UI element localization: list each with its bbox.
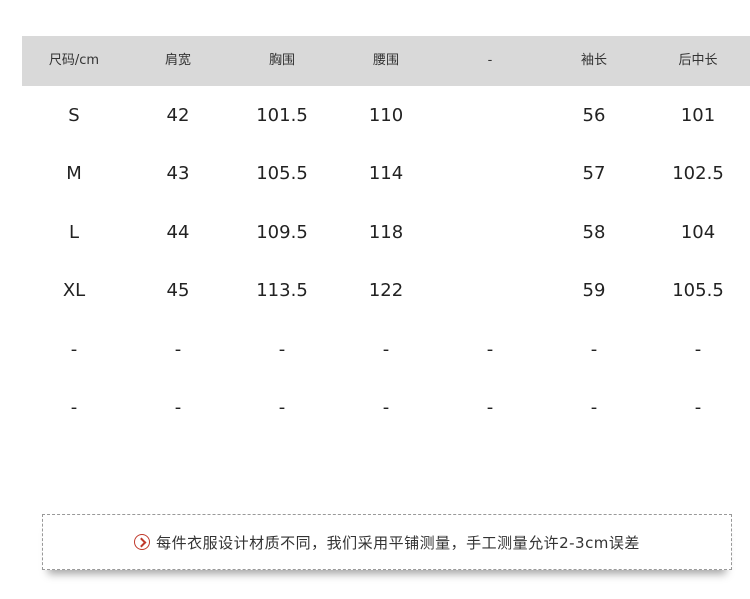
table-header: 尺码/cm 肩宽 胸围 腰围 - 袖长 后中长 — [22, 36, 750, 86]
table-cell: 43 — [166, 163, 190, 184]
table-cell: 105.5 — [672, 280, 724, 301]
table-row: - - - - - - - — [22, 388, 750, 428]
table-cell: - — [70, 339, 78, 360]
table-cell: 113.5 — [256, 280, 308, 301]
table-cell: XL — [62, 280, 86, 301]
table-cell: - — [278, 397, 286, 418]
table-cell: - — [382, 339, 390, 360]
table-cell: S — [68, 105, 80, 126]
table-cell: 44 — [166, 222, 190, 243]
measurement-note-box: 每件衣服设计材质不同，我们采用平铺测量，手工测量允许2-3cm误差 — [42, 514, 732, 570]
header-chest: 胸围 — [268, 53, 296, 68]
table-cell: - — [590, 397, 598, 418]
table-cell: 57 — [582, 163, 606, 184]
table-cell: 58 — [582, 222, 606, 243]
table-row: M 43 105.5 114 57 102.5 — [22, 154, 750, 194]
table-cell: 114 — [368, 163, 404, 184]
table-cell: - — [70, 397, 78, 418]
table-cell: - — [278, 339, 286, 360]
table-cell: 118 — [368, 222, 404, 243]
header-shoulder: 肩宽 — [164, 53, 192, 68]
table-cell: 56 — [582, 105, 606, 126]
header-waist: 腰围 — [372, 53, 400, 68]
header-size: 尺码/cm — [48, 53, 100, 68]
header-blank: - — [487, 53, 493, 68]
table-cell: 122 — [368, 280, 404, 301]
table-row: XL 45 113.5 122 59 105.5 — [22, 271, 750, 311]
table-cell: - — [694, 339, 702, 360]
table-row: S 42 101.5 110 56 101 — [22, 96, 750, 136]
table-cell: 59 — [582, 280, 606, 301]
table-cell: 105.5 — [256, 163, 308, 184]
table-cell: - — [694, 397, 702, 418]
table-cell: - — [486, 397, 494, 418]
table-cell: - — [174, 397, 182, 418]
table-cell: 104 — [680, 222, 716, 243]
table-cell: 110 — [368, 105, 404, 126]
table-cell: 45 — [166, 280, 190, 301]
table-cell: M — [66, 163, 82, 184]
table-cell: 42 — [166, 105, 190, 126]
measurement-note-text: 每件衣服设计材质不同，我们采用平铺测量，手工测量允许2-3cm误差 — [156, 533, 640, 552]
table-cell: 109.5 — [256, 222, 308, 243]
table-cell: L — [68, 222, 80, 243]
table-cell: 101 — [680, 105, 716, 126]
header-back-length: 后中长 — [678, 53, 718, 68]
chevron-right-circle-icon — [134, 534, 151, 550]
table-cell: - — [382, 397, 390, 418]
table-cell: 102.5 — [672, 163, 724, 184]
table-cell: - — [590, 339, 598, 360]
header-sleeve: 袖长 — [580, 53, 608, 68]
table-row: - - - - - - - — [22, 330, 750, 370]
table-cell: - — [174, 339, 182, 360]
measurement-note: 每件衣服设计材质不同，我们采用平铺测量，手工测量允许2-3cm误差 — [43, 515, 731, 569]
table-cell: - — [486, 339, 494, 360]
table-row: L 44 109.5 118 58 104 — [22, 213, 750, 253]
table-cell: 101.5 — [256, 105, 308, 126]
